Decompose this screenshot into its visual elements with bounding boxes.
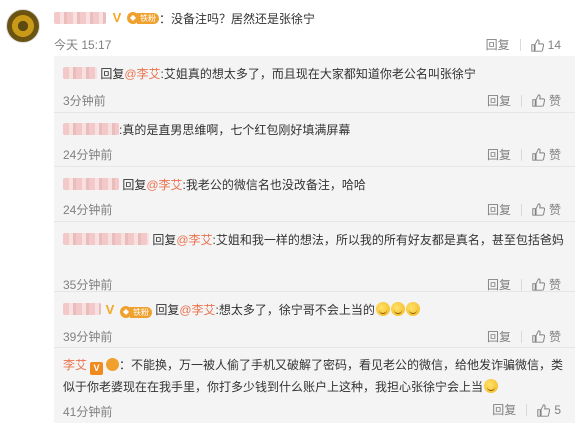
reply-line: 回复@李艾:我老公的微信名也没改备注，哈哈 [63, 174, 573, 196]
thumbs-up-icon [532, 278, 545, 291]
separator: ： [159, 11, 172, 26]
reply-prefix: 回复 [155, 303, 180, 317]
reply-actions: 回复 赞 [487, 92, 561, 109]
laugh-emoji-icon [405, 302, 420, 316]
reply-actions: 回复 5 [492, 403, 561, 417]
mention-link[interactable]: @李艾 [146, 178, 182, 192]
reply-item: 回复@李艾:艾姐和我一样的想法，所以我的所有好友都是真名，甚至包括爸妈 35分钟… [54, 222, 575, 292]
verified-v-icon: V [112, 10, 122, 25]
root-comment-text: 没备注吗？居然还是张徐宁 [171, 11, 316, 26]
reply-button[interactable]: 回复 [487, 148, 522, 161]
reply-text: :我老公的微信名也没改备注，哈哈 [182, 178, 366, 192]
reply-item: 回复@李艾:艾姐真的想太多了，而且现在大家都知道你老公名叫张徐宁 3分钟前 回复… [54, 56, 575, 113]
like-button[interactable]: 赞 [532, 328, 561, 345]
reply-line: 李艾 V ：不能换，万一被人偷了手机又破解了密码，看见老公的微信，给他发诈骗微信，类… [63, 354, 573, 398]
thumbs-up-icon [532, 203, 545, 216]
fan-badge-label: 铁粉 [130, 306, 152, 318]
like-button[interactable]: 赞 [532, 92, 561, 109]
reply-button[interactable]: 回复 [492, 404, 528, 416]
thumbs-up-icon [532, 330, 545, 343]
reply-item: 李艾 V ：不能换，万一被人偷了手机又破解了密码，看见老公的微信，给他发诈骗微信，类… [54, 348, 575, 423]
reply-item: V ◆ 铁粉 回复@李艾:想太多了，徐宁哥不会上当的 39分钟前 回复 赞 [54, 292, 575, 348]
reply-text: :真的是直男思维啊，七个红包刚好填满屏幕 [119, 123, 351, 137]
root-comment-time: 今天 15:17 [54, 38, 112, 52]
medal-icon [106, 358, 120, 371]
blurred-username[interactable] [63, 178, 119, 190]
laugh-emoji-icon [390, 302, 405, 316]
vip-badge-icon: V [90, 362, 104, 375]
reply-line: V ◆ 铁粉 回复@李艾:想太多了，徐宁哥不会上当的 [63, 299, 573, 321]
fan-badge-label: 铁粉 [137, 12, 159, 24]
blurred-username[interactable] [54, 12, 106, 24]
blurred-username[interactable] [63, 303, 101, 315]
thumbs-up-icon [530, 38, 544, 52]
reply-line: :真的是直男思维啊，七个红包刚好填满屏幕 [63, 119, 573, 141]
laugh-emoji-icon [375, 302, 390, 316]
root-comment: V ◆ 铁粉 ： 没备注吗？居然还是张徐宁 今天 15:17 回复 14 [0, 0, 575, 56]
reply-button[interactable]: 回复 [487, 330, 522, 343]
like-button[interactable]: 14 [530, 38, 561, 52]
like-button[interactable]: 5 [537, 403, 561, 417]
reply-button[interactable]: 回复 [487, 278, 522, 291]
mention-link[interactable]: @李艾 [176, 233, 212, 247]
like-button[interactable]: 赞 [532, 201, 561, 218]
like-label: 赞 [548, 148, 561, 162]
like-count: 14 [547, 38, 561, 52]
reply-actions: 回复 赞 [487, 146, 561, 163]
reply-prefix: 回复 [122, 178, 147, 192]
thumbs-up-icon [532, 148, 545, 161]
reply-actions: 回复 赞 [487, 201, 561, 218]
reply-text: :艾姐和我一样的想法，所以我的所有好友都是真名，甚至包括爸妈 [212, 233, 564, 247]
like-button[interactable]: 赞 [532, 276, 561, 293]
reply-line: 回复@李艾:艾姐和我一样的想法，所以我的所有好友都是真名，甚至包括爸妈 [63, 229, 573, 251]
mention-link[interactable]: @李艾 [124, 67, 160, 81]
reply-button[interactable]: 回复 [487, 203, 522, 216]
reply-time: 24分钟前 [63, 148, 113, 162]
smile-emoji-icon [484, 379, 499, 393]
reply-time: 39分钟前 [63, 330, 113, 344]
reply-time: 41分钟前 [63, 405, 113, 419]
blurred-username[interactable] [63, 67, 97, 79]
verified-v-icon: V [105, 302, 115, 317]
root-comment-line: V ◆ 铁粉 ： 没备注吗？居然还是张徐宁 [54, 9, 315, 27]
root-actions: 回复 14 [486, 38, 561, 52]
reply-line: 回复@李艾:艾姐真的想太多了，而且现在大家都知道你老公名叫张徐宁 [63, 63, 573, 85]
reply-actions: 回复 赞 [487, 276, 561, 293]
reply-button[interactable]: 回复 [486, 39, 521, 51]
mention-link[interactable]: @李艾 [179, 303, 215, 317]
author-name[interactable]: 李艾 [63, 358, 87, 372]
like-label: 赞 [548, 278, 561, 292]
like-label: 赞 [548, 330, 561, 344]
reply-text: :艾姐真的想太多了，而且现在大家都知道你老公名叫张徐宁 [160, 67, 476, 81]
reply-time: 24分钟前 [63, 203, 113, 217]
thumbs-up-icon [537, 403, 551, 417]
like-button[interactable]: 赞 [532, 146, 561, 163]
reply-prefix: 回复 [100, 67, 125, 81]
like-label: 赞 [548, 203, 561, 217]
avatar[interactable] [6, 9, 40, 43]
reply-text: :想太多了，徐宁哥不会上当的 [215, 303, 375, 317]
reply-button[interactable]: 回复 [487, 94, 522, 107]
blurred-username[interactable] [63, 123, 119, 135]
thumbs-up-icon [532, 94, 545, 107]
reply-actions: 回复 赞 [487, 328, 561, 345]
reply-item: :真的是直男思维啊，七个红包刚好填满屏幕 24分钟前 回复 赞 [54, 113, 575, 167]
like-count: 5 [554, 403, 561, 417]
blurred-username[interactable] [63, 233, 149, 245]
like-label: 赞 [548, 94, 561, 108]
reply-item: 回复@李艾:我老公的微信名也没改备注，哈哈 24分钟前 回复 赞 [54, 167, 575, 222]
replies-panel: 回复@李艾:艾姐真的想太多了，而且现在大家都知道你老公名叫张徐宁 3分钟前 回复… [54, 56, 575, 423]
fan-badge: ◆ 铁粉 [120, 306, 152, 319]
fan-badge: ◆ 铁粉 [127, 12, 159, 25]
reply-time: 3分钟前 [63, 94, 106, 108]
reply-prefix: 回复 [152, 233, 177, 247]
reply-time: 35分钟前 [63, 278, 113, 292]
